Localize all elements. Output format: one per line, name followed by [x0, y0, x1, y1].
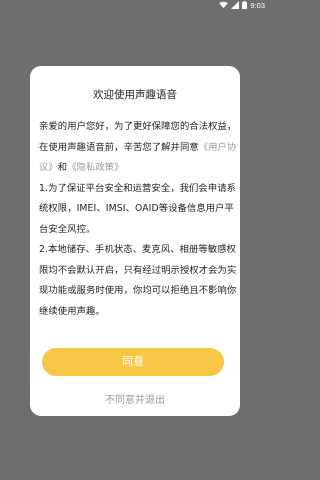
- and-text: 和: [57, 162, 68, 173]
- signal-icon: [231, 1, 240, 11]
- intro-paragraph: 亲爱的用户您好，为了更好保障您的合法权益，在使用声趣语音前，辛苦您了解并同意《用…: [39, 117, 237, 179]
- dialog-body: 亲爱的用户您好，为了更好保障您的合法权益，在使用声趣语音前，辛苦您了解并同意《用…: [39, 117, 237, 322]
- clock-time: 9:03: [250, 1, 265, 10]
- decline-and-exit-button[interactable]: 不同意并退出: [30, 394, 240, 408]
- privacy-policy-link[interactable]: 《隐私政策》: [67, 162, 123, 173]
- status-icons: 9:03: [219, 1, 265, 11]
- agree-button[interactable]: 同意: [42, 348, 224, 376]
- wifi-icon: [219, 1, 229, 11]
- dialog-title: 欢迎使用声趣语音: [93, 89, 177, 101]
- permission-point-1: 1.为了保证平台安全和运营安全，我们会申请系统权限，IMEI、IMSI、OAID…: [39, 182, 237, 235]
- battery-icon: [242, 1, 248, 11]
- status-bar: 9:03: [0, 0, 270, 12]
- permission-point-2: 2.本地储存、手机状态、麦克风、相册等敏感权限均不会默认开启，只有经过明示授权才…: [39, 244, 237, 317]
- privacy-consent-dialog: 欢迎使用声趣语音 亲爱的用户您好，为了更好保障您的合法权益，在使用声趣语音前，辛…: [30, 66, 240, 416]
